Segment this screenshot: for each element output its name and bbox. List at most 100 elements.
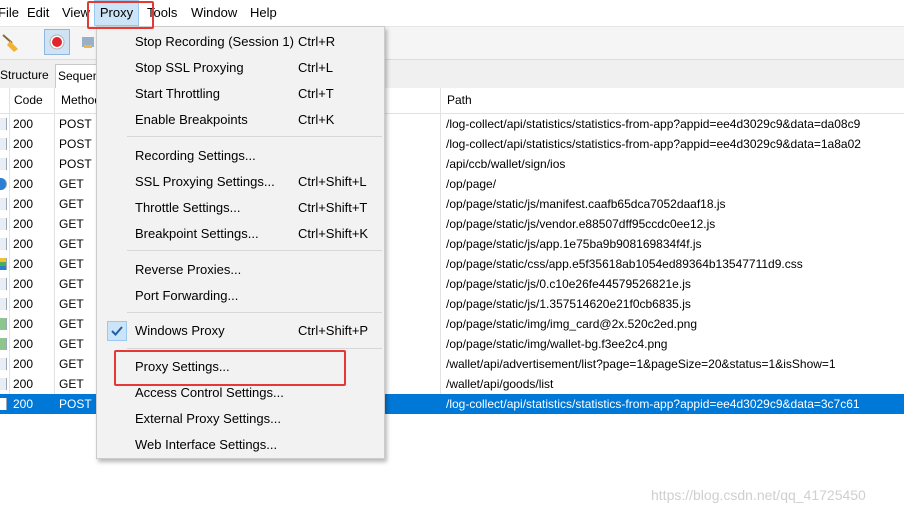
tab-structure[interactable]: Structure [0,64,51,88]
image-icon [0,318,7,330]
menu-separator [127,136,382,137]
menu-separator [127,348,382,349]
request-method: GET [59,257,84,271]
menu-edit[interactable]: Edit [27,0,49,26]
request-path: /log-collect/api/statistics/statistics-f… [446,137,861,151]
menu-item-label: Start Throttling [135,86,221,101]
menu-item-stop-ssl-proxying[interactable]: Stop SSL Proxying Ctrl+L [97,55,384,81]
status-code: 200 [13,177,34,191]
checkmark-icon [107,321,127,341]
menu-item-port-forwarding[interactable]: Port Forwarding... [97,283,384,309]
menu-item-shortcut: Ctrl+Shift+P [298,323,369,338]
request-path: /op/page/static/img/img_card@2x.520c2ed.… [446,317,697,331]
request-path: /wallet/api/advertisement/list?page=1&pa… [446,357,836,371]
status-code: 200 [13,257,34,271]
request-method: GET [59,237,84,251]
request-method: POST [59,157,92,171]
request-method: GET [59,197,84,211]
document-icon [0,358,7,370]
menu-window[interactable]: Window [191,0,237,26]
request-path: /op/page/static/css/app.e5f35618ab1054ed… [446,257,803,271]
menu-item-enable-breakpoints[interactable]: Enable Breakpoints Ctrl+K [97,107,384,133]
menu-view[interactable]: View [62,0,90,26]
record-button[interactable] [44,29,70,55]
menu-item-ssl-proxying-settings[interactable]: SSL Proxying Settings... Ctrl+Shift+L [97,169,384,195]
document-icon [0,158,7,170]
request-path: /op/page/static/js/1.357514620e21f0cb683… [446,297,691,311]
menu-item-label: Breakpoint Settings... [135,226,259,241]
script-icon [0,198,7,210]
request-path: /op/page/static/img/wallet-bg.f3ee2c4.pn… [446,337,668,351]
request-path: /op/page/static/js/app.1e75ba9b908169834… [446,237,702,251]
menu-item-shortcut: Ctrl+L [298,60,334,75]
status-code: 200 [13,197,34,211]
request-method: POST [59,117,92,131]
request-method: GET [59,277,84,291]
menu-item-shortcut: Ctrl+Shift+T [298,200,368,215]
menu-item-label: Stop SSL Proxying [135,60,244,75]
menu-item-label: Enable Breakpoints [135,112,248,127]
column-code[interactable]: Code [14,88,43,113]
menu-item-stop-recording[interactable]: Stop Recording (Session 1) Ctrl+R [97,29,384,55]
menu-item-label: External Proxy Settings... [135,411,281,426]
request-path: /op/page/static/js/0.c10e26fe44579526821… [446,277,691,291]
menu-item-shortcut: Ctrl+K [298,112,335,127]
menu-item-start-throttling[interactable]: Start Throttling Ctrl+T [97,81,384,107]
request-method: POST [59,397,92,411]
menu-item-shortcut: Ctrl+Shift+L [298,174,367,189]
annotation-box-proxy-settings [114,350,346,386]
status-code: 200 [13,337,34,351]
menu-item-label: SSL Proxying Settings... [135,174,275,189]
menu-help[interactable]: Help [250,0,277,26]
script-icon [0,298,7,310]
document-icon [0,138,7,150]
request-path: /op/page/static/js/manifest.caafb65dca70… [446,197,726,211]
status-code: 200 [13,117,34,131]
request-method: GET [59,377,84,391]
menu-item-label: Reverse Proxies... [135,262,242,277]
status-code: 200 [13,357,34,371]
menu-item-breakpoint-settings[interactable]: Breakpoint Settings... Ctrl+Shift+K [97,221,384,247]
script-icon [0,278,7,290]
request-method: GET [59,317,84,331]
menu-item-label: Stop Recording (Session 1) [135,34,294,49]
watermark-text: https://blog.csdn.net/qq_41725450 [651,487,866,503]
throttle-icon[interactable] [78,29,98,55]
menu-file[interactable]: File [0,0,19,26]
column-path[interactable]: Path [447,88,472,113]
status-code: 200 [13,297,34,311]
status-code: 200 [13,317,34,331]
status-code: 200 [13,397,34,411]
script-icon [0,218,7,230]
status-code: 200 [13,277,34,291]
menu-item-label: Web Interface Settings... [135,437,278,452]
document-icon [0,398,7,410]
menu-item-label: Port Forwarding... [135,288,239,303]
request-path: /op/page/static/js/vendor.e88507dff95ccd… [446,217,716,231]
menu-item-web-interface-settings[interactable]: Web Interface Settings... [97,432,384,458]
request-method: GET [59,357,84,371]
script-icon [0,238,7,250]
menu-item-label: Windows Proxy [135,323,225,338]
menu-item-shortcut: Ctrl+R [298,34,336,49]
status-code: 200 [13,137,34,151]
request-method: GET [59,297,84,311]
proxy-menu: Stop Recording (Session 1) Ctrl+R Stop SS… [96,26,385,459]
menu-item-recording-settings[interactable]: Recording Settings... [97,143,384,169]
menu-item-throttle-settings[interactable]: Throttle Settings... Ctrl+Shift+T [97,195,384,221]
document-icon [0,378,7,390]
request-path: /op/page/ [446,177,497,191]
request-path: /wallet/api/goods/list [446,377,554,391]
menu-item-windows-proxy[interactable]: Windows Proxy Ctrl+Shift+P [97,318,384,344]
request-method: GET [59,177,84,191]
image-icon [0,338,7,350]
menu-item-label: Recording Settings... [135,148,256,163]
request-path: /log-collect/api/statistics/statistics-f… [446,117,861,131]
annotation-box-proxy-menu [87,1,154,29]
status-code: 200 [13,217,34,231]
menu-separator [127,250,382,251]
menu-item-external-proxy-settings[interactable]: External Proxy Settings... [97,406,384,432]
broom-icon[interactable] [0,29,26,55]
menu-item-reverse-proxies[interactable]: Reverse Proxies... [97,257,384,283]
globe-icon [0,178,7,190]
